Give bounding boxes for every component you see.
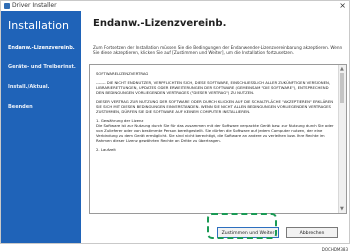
license-section-title: 2. Laufzeit: [96, 147, 116, 152]
sidebar-item-finish: Beenden: [8, 104, 33, 110]
window-title: Driver Installer: [12, 2, 57, 9]
sidebar-item-eula: Endanw.-Lizenzvereinb.: [8, 45, 75, 51]
main-content: Endanw.-Lizenzvereinb. Zum Fortsetzen de…: [81, 11, 349, 243]
license-paragraph: ------- DIE NICHT ENDNUTZER, VERPFLICHTE…: [96, 80, 331, 95]
sidebar-item-device-driver: Geräte- und Treiberinst.: [8, 64, 76, 70]
image-code: DOCHDM383: [321, 247, 348, 252]
accept-and-continue-button[interactable]: Zustimmen und Weiter: [217, 227, 279, 238]
license-text: SOFTWARELIZENZVERTRAG ------- DIE NICHT …: [96, 71, 336, 156]
license-scrollbar[interactable]: ▲ ▼: [338, 65, 346, 213]
license-paragraph: Die Software ist zur Nutzung durch Sie f…: [96, 123, 334, 143]
sidebar-item-install-update: Install./Aktual.: [8, 84, 50, 90]
app-icon: [4, 3, 10, 9]
license-text-box[interactable]: SOFTWARELIZENZVERTRAG ------- DIE NICHT …: [89, 64, 347, 214]
title-bar: Driver Installer ×: [1, 1, 349, 11]
license-heading: SOFTWARELIZENZVERTRAG: [96, 71, 149, 76]
page-title: Endanw.-Lizenzvereinb.: [93, 18, 227, 29]
installer-window: Driver Installer × Installation Endanw.-…: [0, 0, 350, 244]
scroll-thumb[interactable]: [340, 73, 344, 103]
cancel-button[interactable]: Abbrechen: [286, 227, 338, 238]
scroll-down-icon[interactable]: ▼: [340, 206, 344, 212]
sidebar-title: Installation: [8, 19, 69, 32]
scroll-up-icon[interactable]: ▲: [340, 66, 344, 72]
license-paragraph: DIESER VERTRAG ZUR NUTZUNG DER SOFTWARE …: [96, 99, 334, 114]
close-icon[interactable]: ×: [339, 1, 346, 10]
sidebar: Installation Endanw.-Lizenzvereinb. Gerä…: [1, 11, 81, 243]
intro-text: Zum Fortsetzen der Installation müssen S…: [93, 45, 343, 56]
